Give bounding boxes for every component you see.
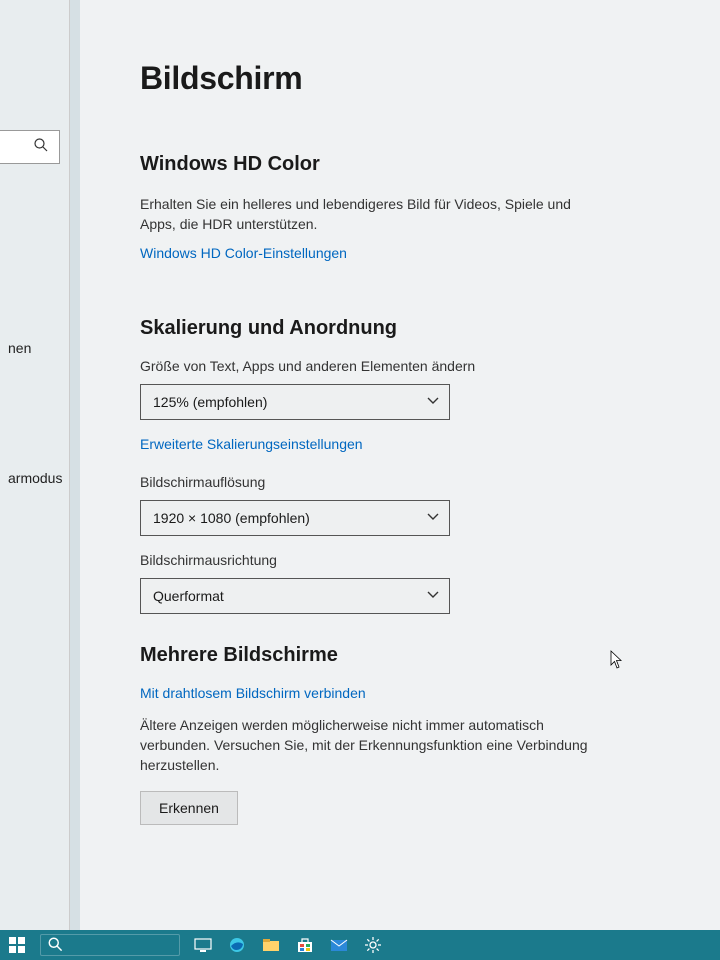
start-button[interactable]	[6, 934, 28, 956]
hdcolor-section: Windows HD Color Erhalten Sie ein heller…	[140, 153, 680, 291]
taskbar	[0, 930, 720, 960]
chevron-down-icon	[427, 510, 439, 526]
hdcolor-desc: Erhalten Sie ein helleres und lebendiger…	[140, 194, 600, 235]
text-size-value: 125% (empfohlen)	[153, 394, 267, 410]
orientation-value: Querformat	[153, 588, 224, 604]
store-icon[interactable]	[294, 934, 316, 956]
page-title: Bildschirm	[140, 60, 680, 97]
scaling-section: Skalierung und Anordnung Größe von Text,…	[140, 317, 680, 614]
resolution-label: Bildschirmauflösung	[140, 474, 680, 490]
scaling-heading: Skalierung und Anordnung	[140, 317, 680, 340]
text-size-dropdown[interactable]: 125% (empfohlen)	[140, 384, 450, 420]
detect-button[interactable]: Erkennen	[140, 791, 238, 825]
taskbar-search[interactable]	[40, 934, 180, 956]
task-view-icon[interactable]	[192, 934, 214, 956]
orientation-label: Bildschirmausrichtung	[140, 552, 680, 568]
multi-heading: Mehrere Bildschirme	[140, 644, 680, 667]
advanced-scaling-link[interactable]: Erweiterte Skalierungseinstellungen	[140, 436, 363, 452]
text-size-label: Größe von Text, Apps und anderen Element…	[140, 358, 680, 374]
sidebar-nav-item[interactable]: armodus	[8, 470, 62, 486]
settings-sidebar: nen armodus	[0, 0, 70, 930]
sidebar-nav-item[interactable]: nen	[8, 340, 31, 356]
edge-icon[interactable]	[226, 934, 248, 956]
settings-icon[interactable]	[362, 934, 384, 956]
resolution-value: 1920 × 1080 (empfohlen)	[153, 510, 310, 526]
settings-main: Bildschirm Windows HD Color Erhalten Sie…	[80, 0, 720, 930]
chevron-down-icon	[427, 394, 439, 410]
wireless-display-link[interactable]: Mit drahtlosem Bildschirm verbinden	[140, 685, 366, 701]
search-icon	[33, 137, 49, 158]
chevron-down-icon	[427, 588, 439, 604]
hdcolor-settings-link[interactable]: Windows HD Color-Einstellungen	[140, 245, 347, 261]
multi-display-section: Mehrere Bildschirme Mit drahtlosem Bilds…	[140, 644, 680, 826]
explorer-icon[interactable]	[260, 934, 282, 956]
mail-icon[interactable]	[328, 934, 350, 956]
multi-desc: Ältere Anzeigen werden möglicherweise ni…	[140, 715, 600, 776]
hdcolor-heading: Windows HD Color	[140, 153, 680, 176]
cursor-icon	[610, 650, 624, 670]
orientation-dropdown[interactable]: Querformat	[140, 578, 450, 614]
search-input[interactable]	[0, 130, 60, 164]
resolution-dropdown[interactable]: 1920 × 1080 (empfohlen)	[140, 500, 450, 536]
